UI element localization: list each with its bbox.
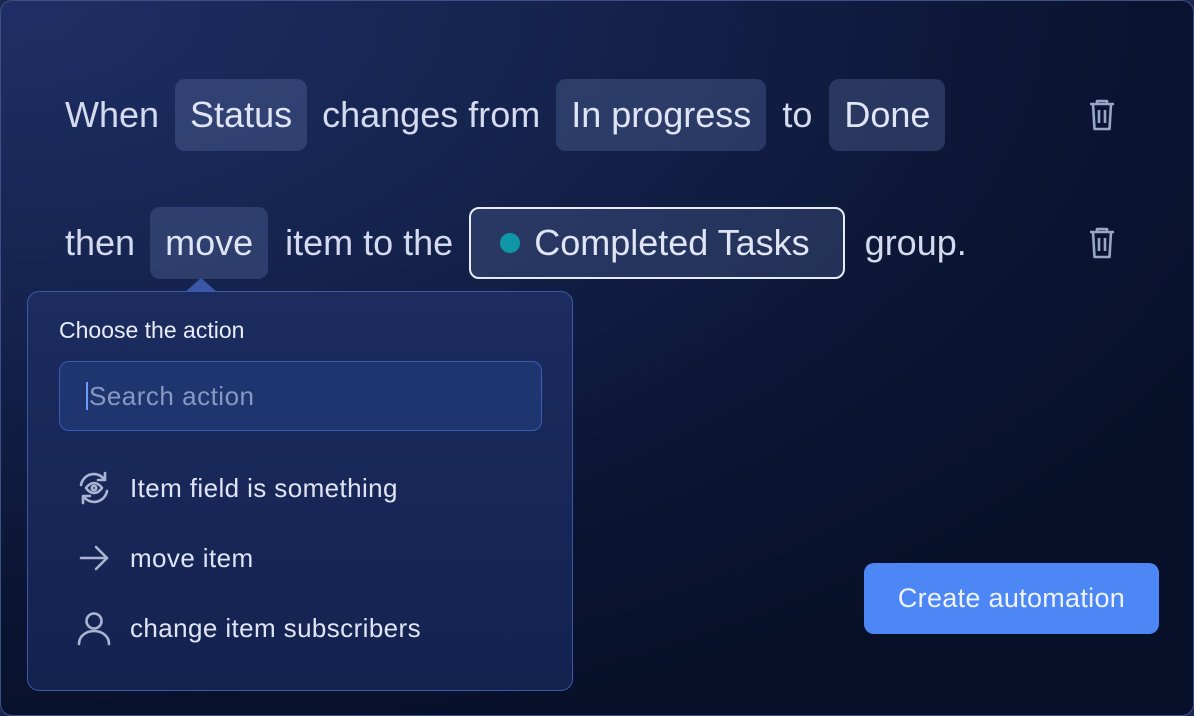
option-label: change item subscribers [130,612,421,643]
refresh-eye-icon [79,471,109,505]
automation-builder-card: When Status changes from In progress to … [0,0,1194,716]
group-chip-label: Completed Tasks [534,222,810,263]
when-text: When [65,94,160,135]
user-icon [77,612,111,646]
option-label: move item [130,542,254,573]
action-sentence: then move item to the Completed Tasks gr… [65,207,967,279]
group-text: group. [864,222,967,263]
option-item-field-is-something[interactable]: Item field is something [74,466,398,510]
option-label: Item field is something [130,472,398,503]
arrow-right-icon [79,545,109,571]
popover-title: Choose the action [59,317,245,343]
from-value-chip[interactable]: In progress [556,79,767,151]
choose-action-popover: Choose the action Search action Item fie… [27,291,573,691]
search-placeholder: Search action [89,380,255,411]
changes-from-text: changes from [322,94,541,135]
text-cursor [86,382,88,410]
item-to-the-text: item to the [285,222,454,263]
to-value-chip[interactable]: Done [829,79,946,151]
option-move-item[interactable]: move item [74,536,254,580]
search-action-input[interactable]: Search action [59,361,542,431]
popover-caret [185,278,217,292]
to-text: to [782,94,813,135]
action-chip[interactable]: move [150,207,269,279]
field-chip[interactable]: Status [175,79,308,151]
group-color-dot [500,233,521,253]
trash-icon[interactable] [1087,98,1117,132]
option-change-item-subscribers[interactable]: change item subscribers [74,606,421,650]
trigger-sentence: When Status changes from In progress to … [65,79,946,151]
group-chip[interactable]: Completed Tasks [469,207,845,279]
then-text: then [65,222,136,263]
create-automation-button[interactable]: Create automation [864,563,1159,634]
trash-icon[interactable] [1087,226,1117,260]
